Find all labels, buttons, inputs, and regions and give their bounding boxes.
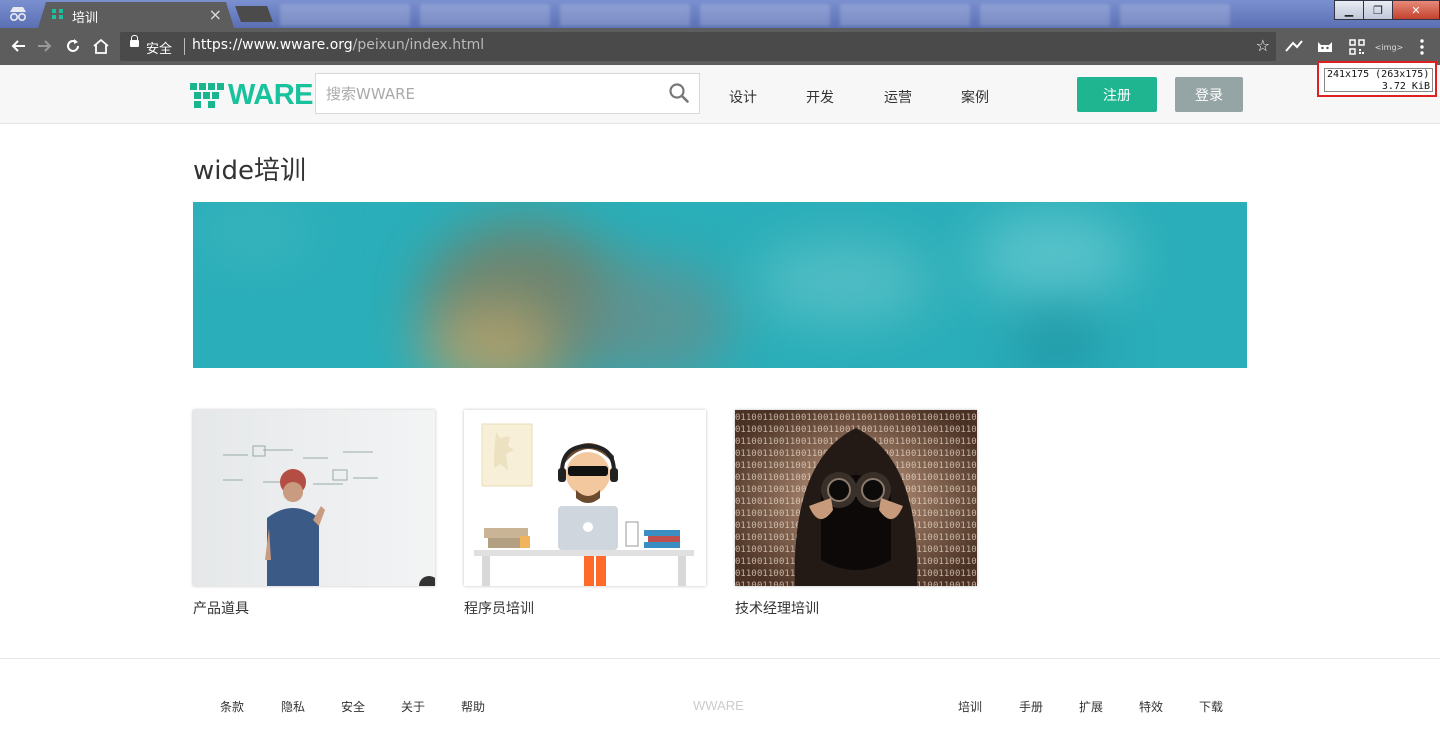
back-icon[interactable] <box>6 34 30 58</box>
qr-code-icon[interactable] <box>1347 37 1367 57</box>
tab-close-icon[interactable]: × <box>209 5 222 24</box>
login-button[interactable]: 登录 <box>1175 77 1243 112</box>
menu-kebab-icon[interactable] <box>1412 37 1432 57</box>
hero-banner-image[interactable] <box>193 202 1247 368</box>
forward-icon[interactable] <box>33 34 57 58</box>
tab-background[interactable] <box>980 4 1110 26</box>
footer-link-about[interactable]: 关于 <box>401 698 425 715</box>
card-label[interactable]: 技术经理培训 <box>735 598 977 618</box>
footer-link-extensions[interactable]: 扩展 <box>1079 698 1103 715</box>
footer-link-security[interactable]: 安全 <box>341 698 365 715</box>
course-card[interactable]: 0110 技术经理培训 <box>735 410 977 618</box>
url-text[interactable]: https://www.wware.org/peixun/index.html <box>192 37 484 53</box>
tab-background[interactable] <box>840 4 970 26</box>
nav-develop[interactable]: 开发 <box>806 87 834 107</box>
hacker-binoculars-image[interactable]: 0110 <box>735 410 977 586</box>
minimize-icon[interactable]: ▁ <box>1334 0 1364 20</box>
nav-operations[interactable]: 运营 <box>884 87 912 107</box>
search-input[interactable] <box>316 74 676 113</box>
image-dimensions: 241x175 (263x175) <box>1327 69 1430 80</box>
page-title: wide培训 <box>193 156 306 186</box>
tab-background[interactable] <box>1120 4 1230 26</box>
bookmark-star-icon[interactable]: ☆ <box>1256 36 1270 55</box>
footer-link-effects[interactable]: 特效 <box>1139 698 1163 715</box>
card-label[interactable]: 程序员培训 <box>464 598 706 618</box>
extension-cat-icon[interactable] <box>1315 37 1335 57</box>
nav-design[interactable]: 设计 <box>729 87 757 107</box>
programmer-illustration[interactable] <box>464 410 706 586</box>
course-card[interactable]: 程序员培训 <box>464 410 706 618</box>
footer-link-terms[interactable]: 条款 <box>220 698 244 715</box>
footer-link-privacy[interactable]: 隐私 <box>281 698 305 715</box>
site-header: WARE 设计 开发 运营 案例 注册 登录 <box>0 65 1440 124</box>
register-button[interactable]: 注册 <box>1077 77 1157 112</box>
whiteboard-image[interactable] <box>193 410 435 586</box>
tab-title: 培训 <box>72 11 99 26</box>
secure-label: 安全 <box>146 42 173 57</box>
footer-link-training[interactable]: 培训 <box>958 698 982 715</box>
incognito-icon <box>0 0 36 28</box>
lock-icon <box>130 35 139 47</box>
restore-icon[interactable]: ❐ <box>1363 0 1393 20</box>
address-separator <box>184 38 185 55</box>
nav-cases[interactable]: 案例 <box>961 87 989 107</box>
window-close-icon[interactable]: ✕ <box>1392 0 1440 20</box>
browser-tab-strip: 培训 × ▁ ❐ ✕ <box>0 0 1440 28</box>
site-footer: 条款 隐私 安全 关于 帮助 WWARE 培训 手册 扩展 特效 下载 <box>0 658 1440 736</box>
search-box <box>315 73 700 114</box>
reload-icon[interactable] <box>61 34 85 58</box>
tab-background[interactable] <box>560 4 690 26</box>
extension-icon[interactable] <box>1284 37 1304 57</box>
browser-toolbar: 安全 https://www.wware.org/peixun/index.ht… <box>0 28 1440 65</box>
url-host: https://www.wware.org <box>192 37 353 53</box>
course-card[interactable]: 产品道具 <box>193 410 435 618</box>
home-icon[interactable] <box>89 34 113 58</box>
card-label[interactable]: 产品道具 <box>193 598 435 618</box>
tab-active[interactable]: 培训 × <box>38 2 234 28</box>
new-tab-button[interactable] <box>235 6 273 22</box>
footer-link-download[interactable]: 下载 <box>1199 698 1223 715</box>
window-controls: ▁ ❐ ✕ <box>1334 0 1440 20</box>
tab-background[interactable] <box>420 4 550 26</box>
footer-link-manual[interactable]: 手册 <box>1019 698 1043 715</box>
image-filesize: 3.72 KiB <box>1381 81 1430 92</box>
image-size-tooltip: 241x175 (263x175) 3.72 KiB <box>1317 61 1437 97</box>
address-bar[interactable]: 安全 https://www.wware.org/peixun/index.ht… <box>120 32 1276 61</box>
url-path: /peixun/index.html <box>352 37 485 53</box>
logo-grid-icon <box>190 80 224 110</box>
logo-text: WARE <box>228 78 314 111</box>
footer-brand: WWARE <box>693 698 744 713</box>
footer-link-help[interactable]: 帮助 <box>461 698 485 715</box>
search-icon[interactable] <box>669 83 689 103</box>
site-logo[interactable]: WARE <box>190 78 314 112</box>
tab-background[interactable] <box>280 4 410 26</box>
img-extension-icon[interactable]: <img> <box>1375 37 1404 57</box>
site-favicon-icon <box>52 9 66 21</box>
tab-background[interactable] <box>700 4 830 26</box>
